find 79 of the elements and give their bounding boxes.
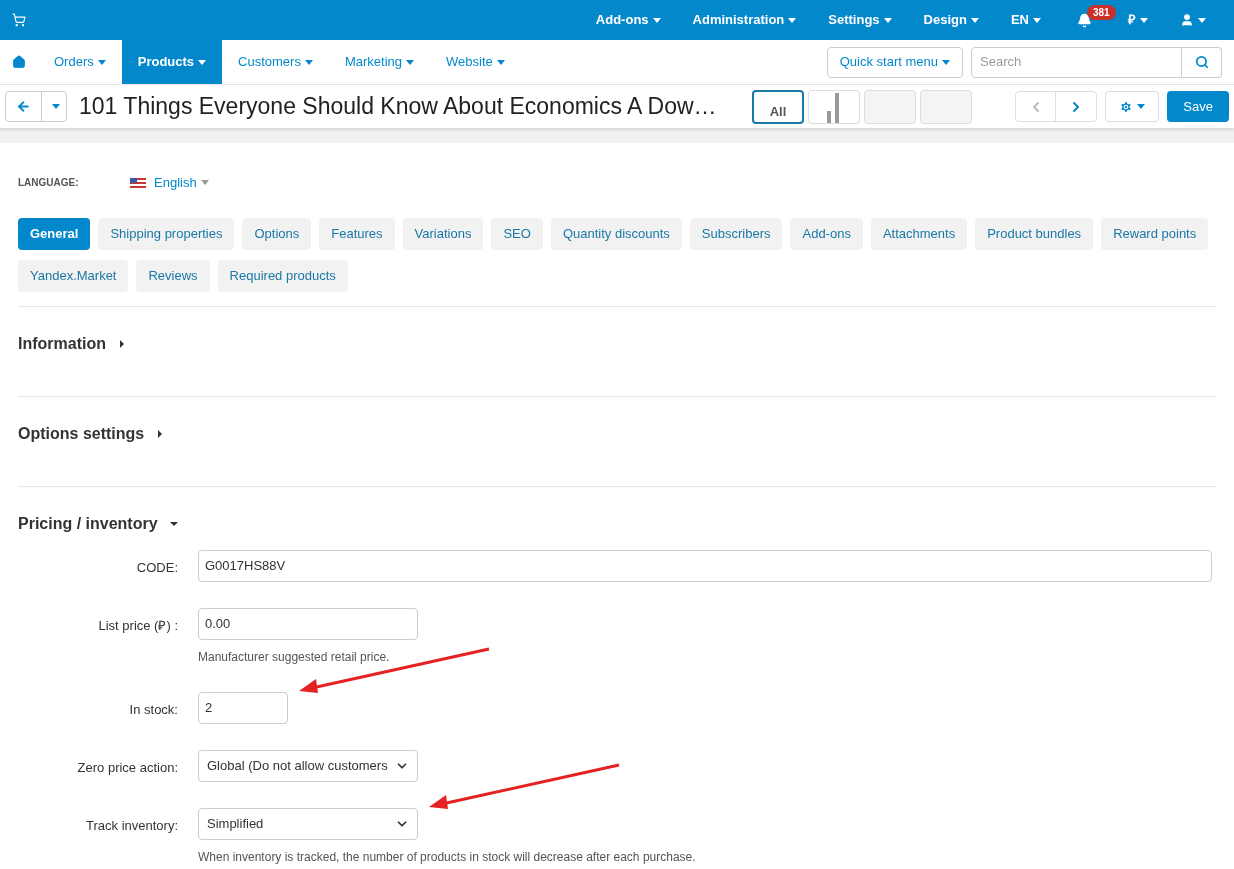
quick-start-menu-button[interactable]: Quick start menu: [826, 46, 963, 78]
caret-icon: [52, 104, 60, 109]
top-menu-item[interactable]: EN: [994, 10, 1057, 30]
save-button[interactable]: Save: [1167, 91, 1229, 122]
caret-down-icon: [169, 519, 178, 528]
caret-icon: [1140, 17, 1148, 23]
nav-tab[interactable]: Customers: [222, 40, 329, 84]
top-menu-item[interactable]: Add-ons: [579, 10, 677, 30]
caret-icon: [1137, 104, 1146, 109]
caret-icon: [652, 17, 661, 23]
product-tab[interactable]: Product bundles: [975, 217, 1094, 250]
text-input[interactable]: G0017HS88V: [198, 549, 1212, 582]
top-menu-item[interactable]: Design: [907, 10, 995, 30]
caret-icon: [496, 59, 505, 65]
select-field[interactable]: Simplified: [198, 807, 418, 840]
user-icon[interactable]: [1180, 13, 1194, 27]
product-tab[interactable]: Reward points: [1101, 217, 1209, 250]
notification-badge: 381: [1087, 4, 1116, 20]
caret-icon: [97, 59, 106, 65]
settings-icon[interactable]: [1119, 99, 1134, 114]
product-tab[interactable]: Yandex.Market: [18, 259, 129, 292]
field-label: CODE:: [135, 558, 178, 577]
top-menu-item[interactable]: Administration: [676, 10, 813, 30]
caret-icon: [200, 180, 209, 186]
caret-icon: [406, 59, 414, 65]
text-input[interactable]: 0.00: [198, 607, 418, 640]
nav-tab[interactable]: Website: [430, 40, 521, 84]
nav-tab[interactable]: Marketing: [328, 40, 430, 84]
product-tab[interactable]: Add-ons: [790, 217, 863, 250]
cart-icon[interactable]: [12, 13, 26, 27]
search-field[interactable]: Search: [971, 46, 1182, 78]
flag-icon: [130, 177, 146, 188]
section-header[interactable]: Information: [18, 331, 126, 356]
language-label: LANGUAGE:: [18, 176, 80, 191]
caret-icon: [883, 17, 892, 23]
top-menu-item[interactable]: Settings: [812, 10, 908, 30]
caret-icon: [1033, 17, 1041, 23]
field-label: Zero price action:: [76, 758, 178, 777]
product-tab[interactable]: SEO: [491, 217, 543, 250]
nav-tab[interactable]: Products: [121, 40, 223, 84]
product-tab[interactable]: Options: [242, 217, 312, 250]
caret-icon: [304, 59, 313, 65]
field-hint: When inventory is tracked, the number of products in stock will decrease after each purchase.: [198, 848, 697, 866]
bell-icon[interactable]: [1077, 12, 1092, 28]
product-tab[interactable]: Shipping properties: [98, 217, 235, 250]
product-tab[interactable]: Variations: [402, 217, 484, 250]
product-tab[interactable]: Required products: [217, 259, 348, 292]
product-tab[interactable]: Subscribers: [689, 217, 783, 250]
language-dropdown[interactable]: English: [154, 173, 209, 193]
product-tab[interactable]: Attachments: [870, 217, 968, 250]
view-all-button[interactable]: All: [752, 89, 804, 124]
caret-icon: [1198, 17, 1206, 23]
caret-icon: [198, 59, 207, 65]
search-button[interactable]: [1182, 46, 1222, 78]
product-tab[interactable]: Reviews: [136, 259, 210, 292]
image-thumbnail[interactable]: [864, 89, 916, 124]
text-input[interactable]: 2: [198, 691, 288, 724]
section-header[interactable]: Pricing / inventory: [18, 511, 178, 536]
caret-icon: [942, 59, 950, 65]
caret-right-icon: [156, 429, 165, 438]
product-tab[interactable]: Quantity discounts: [550, 217, 682, 250]
bars-icon: [827, 92, 841, 123]
home-icon[interactable]: [12, 55, 26, 69]
field-label: In stock:: [128, 700, 178, 719]
nav-tab[interactable]: Orders: [38, 40, 122, 84]
image-thumbnail[interactable]: [920, 89, 972, 124]
field-label: List price (₽) :: [97, 616, 178, 635]
select-field[interactable]: Global (Do not allow customers: [198, 749, 418, 782]
caret-icon: [970, 17, 979, 23]
field-label: Track inventory:: [85, 816, 178, 835]
caret-right-icon: [118, 339, 126, 348]
product-tab[interactable]: General: [18, 217, 91, 250]
field-hint: Manufacturer suggested retail price.: [198, 648, 391, 666]
bar-thumbnail[interactable]: [808, 89, 860, 124]
product-tab[interactable]: Features: [319, 217, 395, 250]
caret-icon: [788, 17, 797, 23]
search-icon: [1194, 55, 1209, 69]
section-header[interactable]: Options settings: [18, 421, 165, 446]
product-title: 101 Things Everyone Should Know About Economics A Dow…: [79, 92, 718, 122]
